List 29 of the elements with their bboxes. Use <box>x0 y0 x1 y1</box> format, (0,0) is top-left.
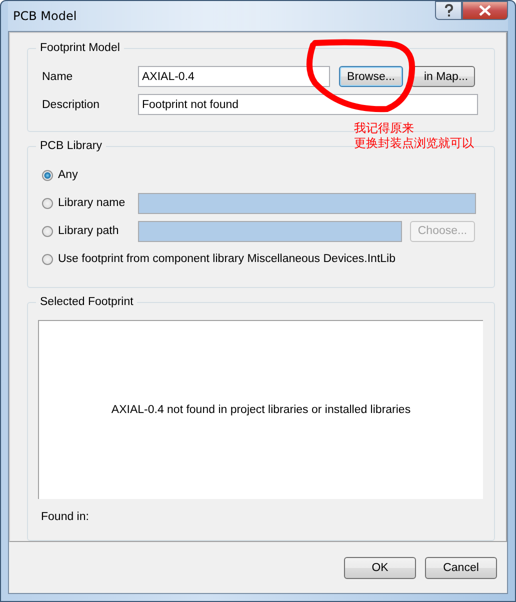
radio-button[interactable] <box>42 226 53 237</box>
name-field[interactable]: AXIAL-0.4 <box>138 66 330 87</box>
group-title: Footprint Model <box>36 41 124 55</box>
preview-message: AXIAL-0.4 not found in project libraries or installed libraries <box>111 404 411 416</box>
close-button[interactable] <box>462 1 508 20</box>
close-icon <box>479 5 491 16</box>
field-label: Name <box>42 70 74 82</box>
found-in-label: Found in: <box>41 510 90 523</box>
annotation-text: 我记得原来 更换封装点浏览就可以 <box>354 121 474 151</box>
window-title: PCB Model <box>12 9 77 23</box>
library-path-field[interactable] <box>138 220 402 242</box>
option-label[interactable]: Library name <box>58 197 138 210</box>
radio-button[interactable] <box>42 254 53 265</box>
group-title: PCB Library <box>36 138 106 153</box>
option-label[interactable]: Any <box>58 169 78 182</box>
pin-map-button[interactable]: in Map... <box>411 66 475 87</box>
dialog-button[interactable]: Cancel <box>425 556 497 578</box>
group-title: Selected Footprint <box>36 294 138 309</box>
help-button[interactable] <box>435 1 462 20</box>
help-icon <box>444 4 454 17</box>
description-field[interactable]: Footprint not found <box>138 94 478 115</box>
option-label[interactable]: Use footprint from component library Miscellaneous Devices.IntLib <box>58 253 396 266</box>
field-label: Description <box>42 98 101 110</box>
library-name-field[interactable] <box>138 192 476 214</box>
option-label[interactable]: Library path <box>58 225 138 238</box>
radio-button[interactable] <box>42 170 53 181</box>
browse-button[interactable]: Browse... <box>339 66 403 87</box>
dialog-button[interactable]: OK <box>344 556 416 578</box>
radio-button[interactable] <box>42 198 53 209</box>
